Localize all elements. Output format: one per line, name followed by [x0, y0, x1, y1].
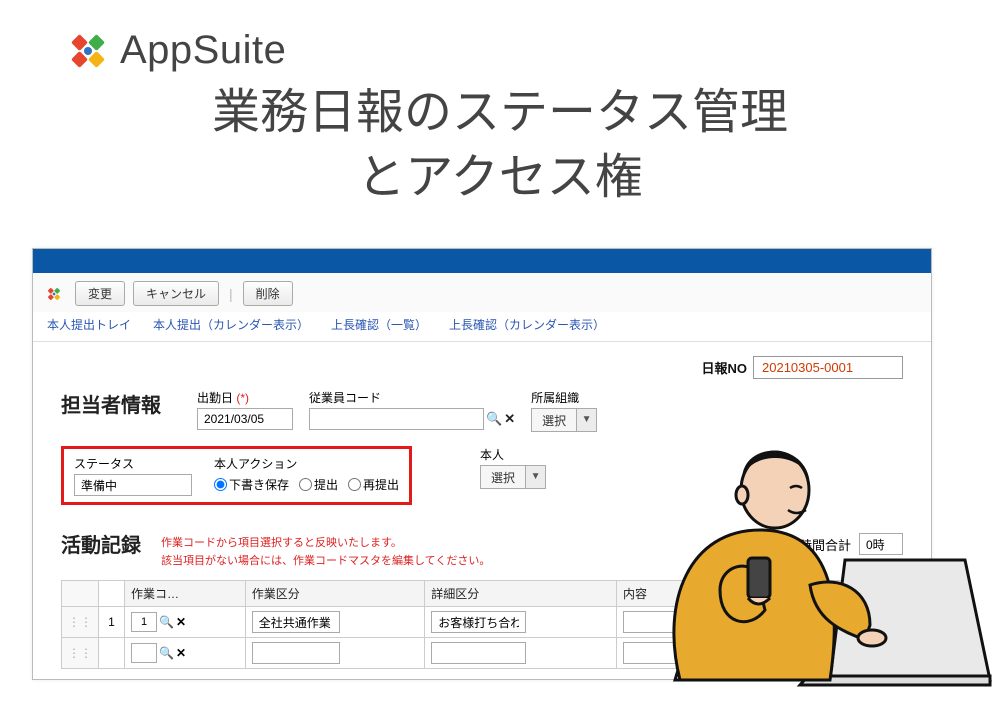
work-code-input[interactable] — [131, 643, 157, 663]
cancel-button[interactable]: キャンセル — [133, 281, 219, 306]
field-self-action: 本人アクション 下書き保存 提出 再提出 — [214, 455, 399, 493]
content-input[interactable] — [623, 611, 771, 633]
section-title-activity: 活動記録 — [61, 529, 141, 558]
content-area: 日報NO 20210305-0001 担当者情報 出勤日 (*) 従業員コード … — [33, 342, 931, 679]
activity-note: 作業コードから項目選択すると反映いたします。 該当項目がない場合には、作業コード… — [161, 535, 490, 570]
radio-draft[interactable]: 下書き保存 — [214, 476, 289, 493]
organization-select[interactable]: 選択 ▼ — [531, 408, 597, 432]
employee-code-input[interactable] — [309, 408, 484, 430]
radio-resubmit[interactable]: 再提出 — [348, 476, 399, 493]
search-icon[interactable]: 🔍 — [486, 411, 502, 427]
linkbar: 本人提出トレイ 本人提出（カレンダー表示） 上長確認（一覧） 上長確認（カレンダ… — [33, 312, 931, 342]
page-title: 業務日報のステータス管理 とアクセス権 — [60, 81, 940, 211]
toolbar-separator: | — [227, 286, 235, 302]
clear-icon[interactable]: ✕ — [176, 646, 186, 660]
field-organization: 所属組織 選択 ▼ — [531, 389, 597, 432]
col-content: 内容 — [617, 581, 903, 607]
link-boss-list[interactable]: 上長確認（一覧） — [331, 316, 427, 333]
drag-column — [62, 581, 99, 607]
link-boss-calendar[interactable]: 上長確認（カレンダー表示） — [449, 316, 605, 333]
drag-handle-icon[interactable]: ⋮⋮ — [62, 607, 99, 638]
link-tray[interactable]: 本人提出トレイ — [47, 316, 131, 333]
work-code-input[interactable] — [131, 612, 157, 632]
brand-name: AppSuite — [120, 28, 286, 73]
clear-icon[interactable]: ✕ — [176, 615, 186, 629]
col-detail-category: 詳細区分 — [425, 581, 617, 607]
status-input[interactable] — [74, 474, 192, 496]
app-logo-icon — [45, 285, 63, 303]
row-number: 1 — [99, 607, 125, 638]
report-number-value: 20210305-0001 — [753, 356, 903, 379]
report-number-label: 日報NO — [701, 358, 747, 377]
work-category-input[interactable] — [252, 611, 340, 633]
person-info-row: 担当者情報 出勤日 (*) 従業員コード 🔍 ✕ — [61, 389, 903, 432]
row-number — [99, 638, 125, 669]
field-work-date: 出勤日 (*) — [197, 389, 293, 430]
link-submit-calendar[interactable]: 本人提出（カレンダー表示） — [153, 316, 309, 333]
report-number-row: 日報NO 20210305-0001 — [61, 356, 903, 379]
search-icon[interactable]: 🔍 — [159, 646, 174, 660]
work-category-input[interactable] — [252, 642, 340, 664]
col-work-code: 作業コ… — [125, 581, 246, 607]
table-row: ⋮⋮ 🔍 ✕ — [62, 638, 903, 669]
search-icon[interactable]: 🔍 — [159, 615, 174, 629]
section-title-person: 担当者情報 — [61, 389, 181, 418]
window-titlebar — [33, 249, 931, 273]
change-button[interactable]: 変更 — [75, 281, 125, 306]
brand-logo-icon — [68, 31, 108, 71]
col-work-category: 作業区分 — [245, 581, 424, 607]
row-number-column — [99, 581, 125, 607]
activity-section: 活動記録 作業コードから項目選択すると反映いたします。 該当項目がない場合には、… — [61, 529, 903, 570]
chevron-down-icon: ▼ — [576, 409, 596, 431]
brand: AppSuite — [68, 28, 940, 73]
app-window: 変更 キャンセル | 削除 本人提出トレイ 本人提出（カレンダー表示） 上長確認… — [32, 248, 932, 680]
chevron-down-icon: ▼ — [525, 466, 545, 488]
radio-submit[interactable]: 提出 — [299, 476, 338, 493]
self-select[interactable]: 選択 ▼ — [480, 465, 546, 489]
total-time-input[interactable] — [859, 533, 903, 555]
field-employee-code: 従業員コード 🔍 ✕ — [309, 389, 515, 430]
delete-button[interactable]: 削除 — [243, 281, 293, 306]
table-row: ⋮⋮ 1 🔍 ✕ — [62, 607, 903, 638]
clear-icon[interactable]: ✕ — [504, 411, 515, 427]
drag-handle-icon[interactable]: ⋮⋮ — [62, 638, 99, 669]
content-input[interactable] — [623, 642, 771, 664]
field-self: 本人 選択 ▼ — [480, 446, 546, 489]
page-header: AppSuite 業務日報のステータス管理 とアクセス権 — [0, 0, 1000, 221]
detail-category-input[interactable] — [431, 642, 526, 664]
work-time-total: 作業時間合計 — [773, 533, 903, 555]
activity-table: 作業コ… 作業区分 詳細区分 内容 ⋮⋮ 1 🔍 ✕ — [61, 580, 903, 669]
status-highlight-box: ステータス 本人アクション 下書き保存 提出 再提出 — [61, 446, 412, 505]
detail-category-input[interactable] — [431, 611, 526, 633]
toolbar: 変更 キャンセル | 削除 — [33, 273, 931, 312]
work-date-input[interactable] — [197, 408, 293, 430]
field-status: ステータス — [74, 455, 192, 496]
